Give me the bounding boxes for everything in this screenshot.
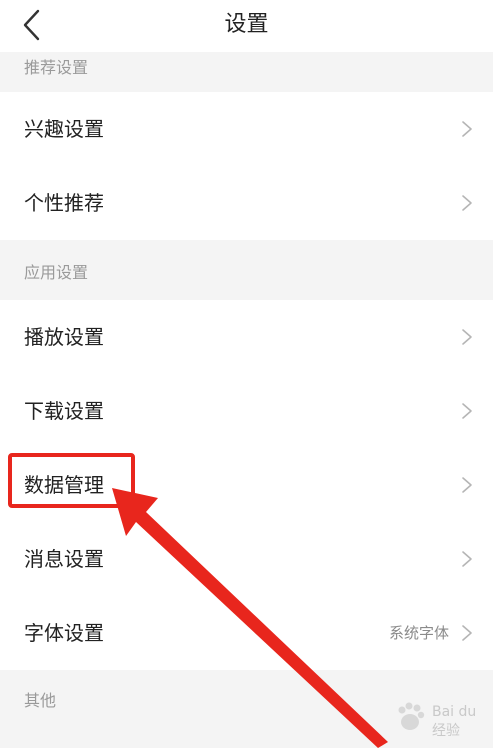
nav-bar: 设置 <box>0 0 493 52</box>
chevron-right-icon <box>462 329 472 345</box>
settings-row-messages[interactable]: 消息设置 <box>0 522 493 596</box>
section-header-recommend: 推荐设置 <box>0 52 493 92</box>
section-header-other: 其他 <box>0 670 493 748</box>
settings-row-download[interactable]: 下载设置 <box>0 374 493 448</box>
chevron-right-icon <box>462 477 472 493</box>
row-label: 下载设置 <box>24 399 104 423</box>
row-label: 兴趣设置 <box>24 117 104 141</box>
settings-row-playback[interactable]: 播放设置 <box>0 300 493 374</box>
chevron-right-icon <box>462 195 472 211</box>
row-label: 字体设置 <box>24 621 104 645</box>
chevron-right-icon <box>462 403 472 419</box>
chevron-right-icon <box>462 121 472 137</box>
row-label: 消息设置 <box>24 547 104 571</box>
settings-row-personalized[interactable]: 个性推荐 <box>0 166 493 240</box>
section-header-app: 应用设置 <box>0 240 493 300</box>
settings-row-font[interactable]: 字体设置 系统字体 <box>0 596 493 670</box>
settings-row-data-management[interactable]: 数据管理 <box>0 448 493 522</box>
settings-row-interest[interactable]: 兴趣设置 <box>0 92 493 166</box>
row-value: 系统字体 <box>388 624 449 642</box>
chevron-right-icon <box>462 551 472 567</box>
chevron-right-icon <box>462 625 472 641</box>
watermark-text: Bai du 经验 <box>432 704 477 739</box>
row-label: 数据管理 <box>24 473 104 497</box>
row-label: 播放设置 <box>24 325 104 349</box>
row-label: 个性推荐 <box>24 191 104 215</box>
page-title: 设置 <box>224 12 269 37</box>
